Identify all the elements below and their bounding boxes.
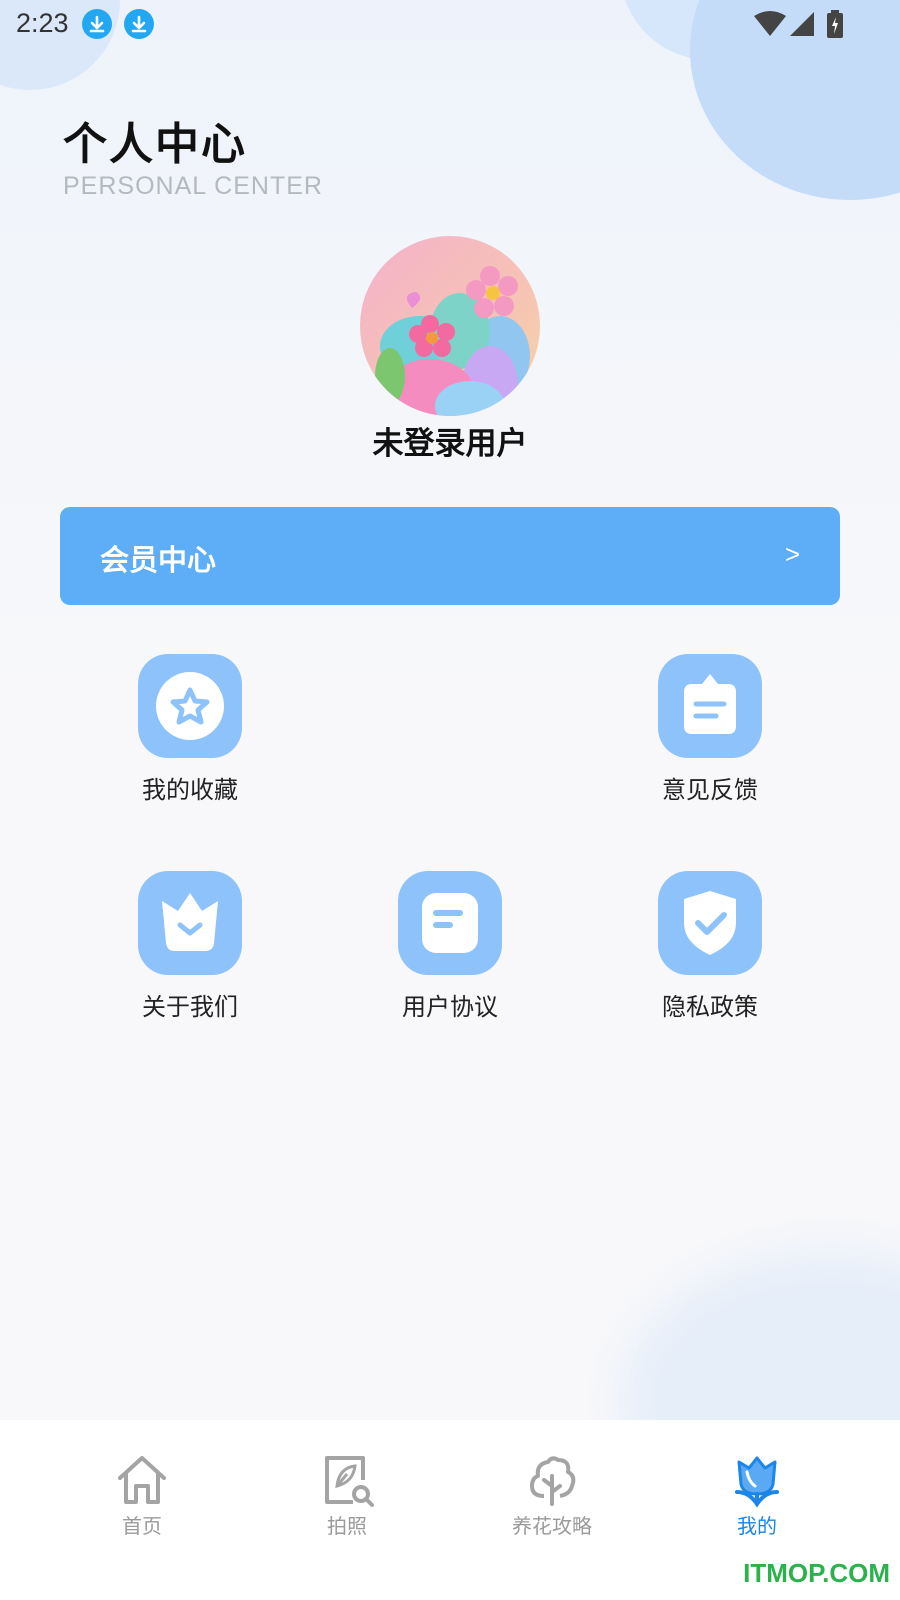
feedback-tile [658,654,762,758]
flower-avatar-image [360,236,540,416]
document-icon [422,893,478,953]
basket-icon [162,893,218,951]
tab-mine[interactable]: 我的 [687,1452,827,1539]
member-center-label: 会员中心 [100,543,217,577]
favorites-label: 我的收藏 [142,776,238,804]
page-subtitle: PERSONAL CENTER [63,172,323,200]
home-icon [118,1456,166,1504]
tab-camera[interactable]: 拍照 [277,1452,417,1539]
username[interactable]: 未登录用户 [0,418,900,463]
menu-item-feedback[interactable]: 意见反馈 [610,654,810,805]
tulip-icon [735,1456,779,1508]
download-icon [124,9,154,39]
page-title: 个人中心 [63,119,247,170]
menu-item-about[interactable]: 关于我们 [90,871,290,1022]
download-icon [82,9,112,39]
tab-label: 我的 [737,1514,777,1538]
agreement-label: 用户协议 [402,993,498,1021]
wifi-icon [754,11,786,36]
menu-item-privacy[interactable]: 隐私政策 [610,871,810,1022]
menu-item-agreement[interactable]: 用户协议 [350,871,550,1022]
tab-guide[interactable]: 养花攻略 [482,1452,622,1539]
avatar[interactable] [360,236,540,416]
tree-icon [530,1456,576,1506]
about-tile [138,871,242,975]
tab-label: 首页 [122,1514,162,1538]
status-bar: 2:23 [0,0,900,48]
chevron-right-icon: > [784,539,800,569]
battery-icon [827,10,843,38]
star-icon [156,672,224,740]
status-time: 2:23 [16,8,69,38]
menu-item-favorites[interactable]: 我的收藏 [90,654,290,805]
shield-check-icon [684,891,736,955]
feedback-label: 意见反馈 [662,776,758,804]
privacy-tile [658,871,762,975]
favorites-tile [138,654,242,758]
tab-label: 拍照 [327,1514,367,1538]
privacy-label: 隐私政策 [662,993,758,1021]
tab-home[interactable]: 首页 [72,1452,212,1539]
member-center-button[interactable]: 会员中心 > [60,507,840,605]
tab-label: 养花攻略 [512,1514,592,1538]
about-label: 关于我们 [142,993,238,1021]
clipboard-icon [684,674,736,734]
watermark: ITMOP.COM [743,1558,890,1588]
leaf-search-icon [325,1456,374,1507]
signal-icon [790,12,814,36]
agreement-tile [398,871,502,975]
